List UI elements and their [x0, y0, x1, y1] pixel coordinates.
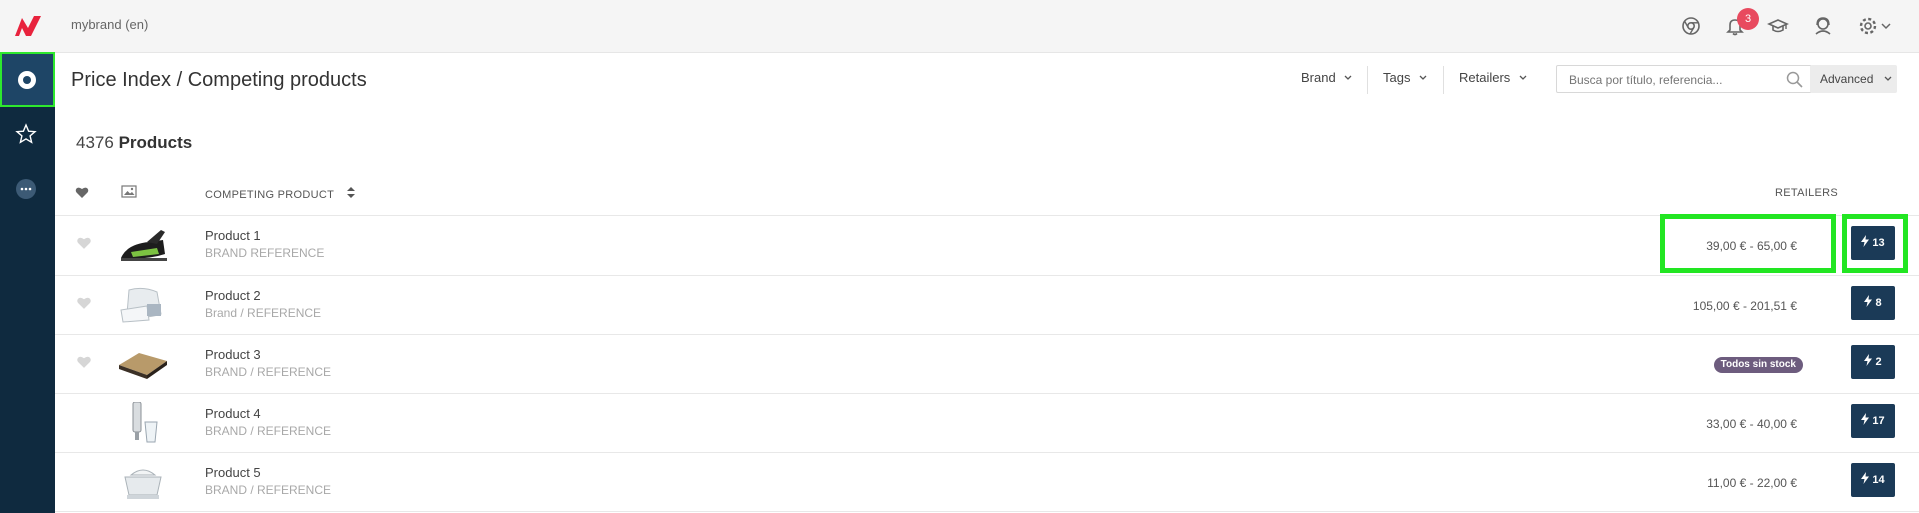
product-image-griddle[interactable]: [117, 343, 169, 385]
chevron-down-icon[interactable]: [1880, 15, 1892, 37]
chrome-icon[interactable]: [1680, 15, 1702, 37]
product-image-hand-blender[interactable]: [117, 402, 169, 444]
graduation-cap-icon[interactable]: [1767, 15, 1789, 37]
product-reference: Brand / REFERENCE: [205, 306, 322, 320]
product-count: 4376 Products: [76, 133, 192, 153]
chevron-down-icon: [1419, 75, 1427, 80]
bolt-icon: [1864, 295, 1873, 307]
image-icon: [121, 185, 137, 198]
column-header-retailers[interactable]: RETAILERS: [1775, 187, 1838, 199]
heart-icon[interactable]: [75, 186, 89, 199]
price-range: 33,00 € - 40,00 €: [1706, 417, 1797, 431]
retailers-button[interactable]: 2: [1851, 345, 1895, 379]
target-icon: [18, 71, 36, 89]
price-range: 105,00 € - 201,51 €: [1692, 299, 1797, 313]
star-icon: [15, 123, 37, 144]
retailers-button[interactable]: 8: [1851, 286, 1895, 320]
filter-tags[interactable]: Tags: [1383, 70, 1428, 85]
search-icon[interactable]: [1785, 70, 1805, 90]
bolt-icon: [1861, 413, 1870, 425]
price-range: 11,00 € - 22,00 €: [1707, 476, 1797, 490]
search-box: [1556, 65, 1812, 93]
table-row[interactable]: Product 4 BRAND / REFERENCE 33,00 € - 40…: [55, 394, 1919, 453]
product-image-steam-generator[interactable]: [117, 284, 169, 326]
out-of-stock-badge: Todos sin stock: [1713, 357, 1803, 373]
product-reference: BRAND REFERENCE: [205, 246, 325, 260]
product-image-citrus-juicer[interactable]: [117, 461, 169, 503]
retailers-count: 14: [1872, 474, 1885, 486]
filter-retailers-label: Retailers: [1459, 70, 1511, 85]
support-agent-icon[interactable]: [1812, 15, 1834, 37]
sidebar-item-favorites[interactable]: [0, 107, 55, 162]
product-name[interactable]: Product 3: [205, 347, 261, 362]
retailers-button[interactable]: 17: [1851, 404, 1895, 438]
column-header-product[interactable]: COMPETING PRODUCT: [205, 187, 356, 201]
product-name[interactable]: Product 1: [205, 228, 261, 243]
advanced-search-button[interactable]: Advanced: [1810, 65, 1897, 93]
heart-icon[interactable]: [76, 236, 92, 250]
top-bar: mybrand (en) 3: [0, 0, 1919, 53]
product-name[interactable]: Product 5: [205, 465, 261, 480]
retailers-count: 2: [1875, 356, 1882, 368]
product-name[interactable]: Product 4: [205, 406, 261, 421]
table-row[interactable]: Product 5 BRAND / REFERENCE 11,00 € - 22…: [55, 453, 1919, 512]
table-row[interactable]: Product 2 Brand / REFERENCE 105,00 € - 2…: [55, 276, 1919, 335]
filter-brand[interactable]: Brand: [1301, 70, 1353, 85]
notification-badge[interactable]: 3: [1737, 8, 1759, 30]
sidebar: [0, 52, 55, 513]
sidebar-item-more[interactable]: [0, 162, 55, 217]
advanced-label: Advanced: [1820, 72, 1874, 86]
retailers-count: 17: [1872, 415, 1885, 427]
highlight-retailers-button: [1842, 214, 1908, 273]
page-title: Price Index / Competing products: [71, 69, 367, 91]
sidebar-item-price-index[interactable]: [0, 52, 55, 107]
divider: [1443, 66, 1444, 94]
search-input[interactable]: [1567, 71, 1771, 89]
more-icon: [16, 179, 36, 199]
divider: [1367, 66, 1368, 94]
chevron-down-icon: [1344, 75, 1352, 80]
chevron-down-icon: [1884, 76, 1892, 81]
highlight-price-range: [1660, 214, 1836, 273]
heart-icon[interactable]: [76, 296, 92, 310]
retailers-count: 8: [1875, 297, 1882, 309]
brand-name[interactable]: mybrand (en): [71, 17, 148, 32]
divider: [55, 511, 1919, 512]
filter-brand-label: Brand: [1301, 70, 1336, 85]
retailers-button[interactable]: 14: [1851, 463, 1895, 497]
filter-retailers[interactable]: Retailers: [1459, 70, 1528, 85]
filter-tags-label: Tags: [1383, 70, 1411, 85]
product-reference: BRAND / REFERENCE: [205, 424, 332, 438]
bolt-icon: [1864, 354, 1873, 366]
product-image-iron[interactable]: [117, 224, 169, 266]
sort-icon[interactable]: [347, 187, 356, 198]
product-count-label: Products: [118, 133, 193, 152]
logo-icon[interactable]: [12, 12, 46, 40]
product-name[interactable]: Product 2: [205, 288, 261, 303]
chevron-down-icon: [1519, 75, 1527, 80]
column-header-product-label: COMPETING PRODUCT: [205, 189, 334, 201]
heart-icon[interactable]: [76, 355, 92, 369]
product-reference: BRAND / REFERENCE: [205, 365, 332, 379]
table-row[interactable]: Product 1 BRAND REFERENCE 39,00 € - 65,0…: [55, 216, 1919, 275]
bolt-icon: [1861, 472, 1870, 484]
product-reference: BRAND / REFERENCE: [205, 483, 332, 497]
product-count-number: 4376: [76, 133, 114, 152]
gear-icon[interactable]: [1857, 15, 1879, 37]
table-row[interactable]: Product 3 BRAND / REFERENCE Todos sin st…: [55, 335, 1919, 394]
